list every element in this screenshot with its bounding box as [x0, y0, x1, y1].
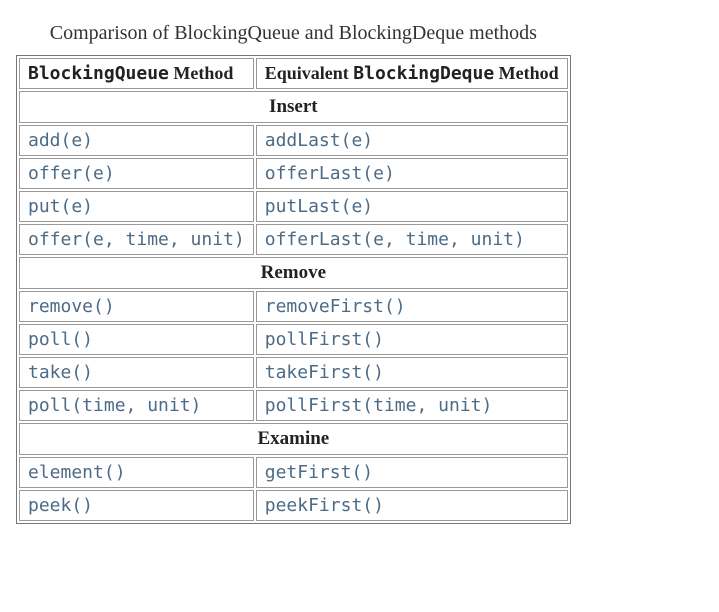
table-row: poll(time, unit) pollFirst(time, unit)	[19, 390, 568, 421]
table-row: take() takeFirst()	[19, 357, 568, 388]
method-link[interactable]: getFirst()	[265, 462, 373, 483]
method-link[interactable]: offer(e)	[28, 163, 115, 184]
table-caption: Comparison of BlockingQueue and Blocking…	[16, 16, 571, 55]
method-link[interactable]: offerLast(e)	[265, 163, 395, 184]
method-link[interactable]: peek()	[28, 495, 93, 516]
method-link[interactable]: peekFirst()	[265, 495, 384, 516]
table-row: remove() removeFirst()	[19, 291, 568, 322]
cell-deque: offerLast(e)	[256, 158, 568, 189]
method-link[interactable]: pollFirst()	[265, 329, 384, 350]
header-col-queue: BlockingQueue Method	[19, 58, 254, 89]
method-link[interactable]: takeFirst()	[265, 362, 384, 383]
section-row-remove: Remove	[19, 257, 568, 289]
method-link[interactable]: poll(time, unit)	[28, 395, 201, 416]
method-link[interactable]: element()	[28, 462, 126, 483]
header-queue-code: BlockingQueue	[28, 63, 169, 84]
section-insert: Insert	[19, 91, 568, 123]
table-row: add(e) addLast(e)	[19, 125, 568, 156]
method-link[interactable]: offerLast(e, time, unit)	[265, 229, 525, 250]
method-link[interactable]: removeFirst()	[265, 296, 406, 317]
section-row-insert: Insert	[19, 91, 568, 123]
cell-deque: pollFirst()	[256, 324, 568, 355]
header-deque-prefix: Equivalent	[265, 63, 354, 83]
cell-queue: peek()	[19, 490, 254, 521]
section-row-examine: Examine	[19, 423, 568, 455]
header-deque-suffix: Method	[494, 63, 559, 83]
cell-deque: removeFirst()	[256, 291, 568, 322]
table-row: put(e) putLast(e)	[19, 191, 568, 222]
method-link[interactable]: add(e)	[28, 130, 93, 151]
table-row: peek() peekFirst()	[19, 490, 568, 521]
cell-queue: poll()	[19, 324, 254, 355]
header-row: BlockingQueue Method Equivalent Blocking…	[19, 58, 568, 89]
header-col-deque: Equivalent BlockingDeque Method	[256, 58, 568, 89]
cell-queue: put(e)	[19, 191, 254, 222]
cell-queue: element()	[19, 457, 254, 488]
header-deque-code: BlockingDeque	[353, 63, 494, 84]
method-link[interactable]: putLast(e)	[265, 196, 373, 217]
cell-deque: getFirst()	[256, 457, 568, 488]
table-row: element() getFirst()	[19, 457, 568, 488]
cell-deque: pollFirst(time, unit)	[256, 390, 568, 421]
cell-deque: addLast(e)	[256, 125, 568, 156]
cell-queue: offer(e, time, unit)	[19, 224, 254, 255]
section-examine: Examine	[19, 423, 568, 455]
cell-queue: take()	[19, 357, 254, 388]
method-link[interactable]: take()	[28, 362, 93, 383]
method-link[interactable]: remove()	[28, 296, 115, 317]
comparison-table: Comparison of BlockingQueue and Blocking…	[16, 16, 571, 524]
cell-deque: takeFirst()	[256, 357, 568, 388]
cell-queue: remove()	[19, 291, 254, 322]
section-remove: Remove	[19, 257, 568, 289]
cell-queue: poll(time, unit)	[19, 390, 254, 421]
table-row: poll() pollFirst()	[19, 324, 568, 355]
method-link[interactable]: pollFirst(time, unit)	[265, 395, 493, 416]
cell-queue: add(e)	[19, 125, 254, 156]
cell-queue: offer(e)	[19, 158, 254, 189]
method-link[interactable]: addLast(e)	[265, 130, 373, 151]
cell-deque: offerLast(e, time, unit)	[256, 224, 568, 255]
method-link[interactable]: poll()	[28, 329, 93, 350]
cell-deque: putLast(e)	[256, 191, 568, 222]
cell-deque: peekFirst()	[256, 490, 568, 521]
method-link[interactable]: put(e)	[28, 196, 93, 217]
table-row: offer(e) offerLast(e)	[19, 158, 568, 189]
header-queue-suffix: Method	[169, 63, 234, 83]
table-row: offer(e, time, unit) offerLast(e, time, …	[19, 224, 568, 255]
method-link[interactable]: offer(e, time, unit)	[28, 229, 245, 250]
